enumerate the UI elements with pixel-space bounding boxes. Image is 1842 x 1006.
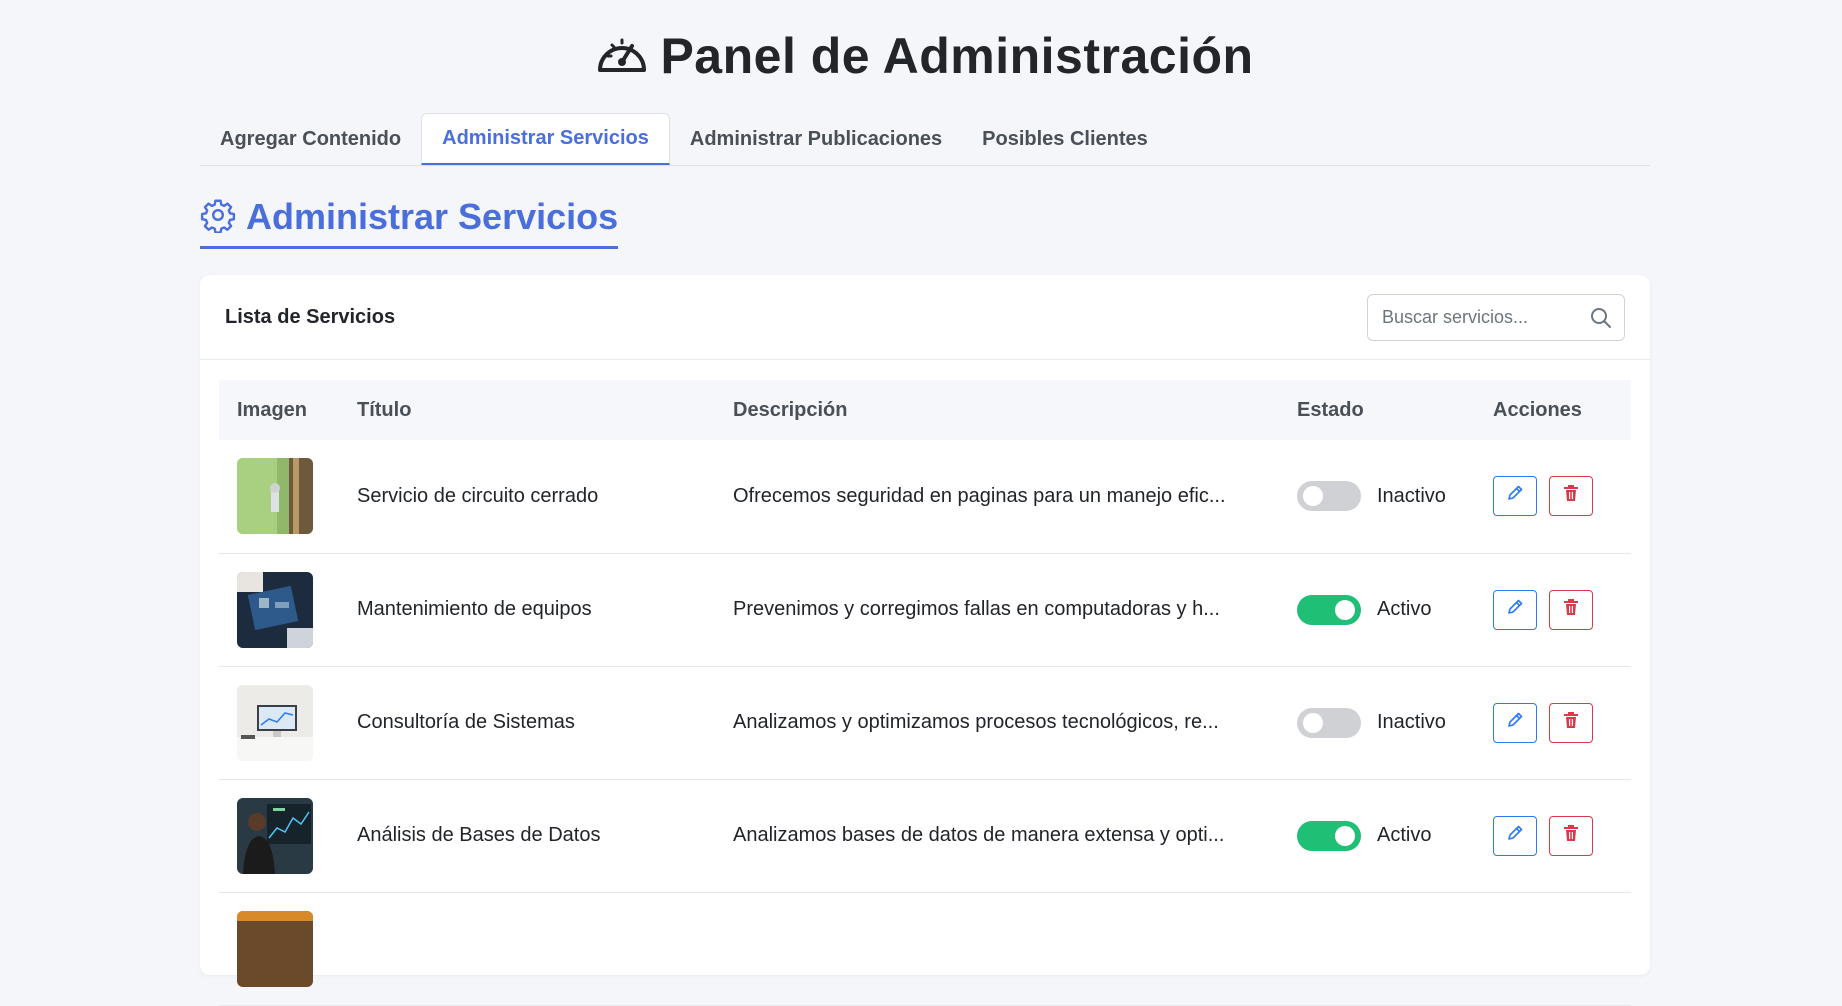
- service-description: Analizamos bases de datos de manera exte…: [733, 824, 1225, 846]
- status-label: Inactivo: [1377, 711, 1446, 733]
- page-header: Panel de Administración: [200, 22, 1650, 90]
- col-imagen: Imagen: [237, 398, 308, 421]
- table-row: Consultoría de Sistemas Analizamos y opt…: [219, 666, 1631, 779]
- edit-button[interactable]: [1493, 476, 1537, 517]
- service-description: Ofrecemos seguridad en paginas para un m…: [733, 484, 1226, 507]
- services-card: Lista de Servicios Imagen Título Descrip…: [200, 275, 1650, 1005]
- edit-button[interactable]: [1493, 815, 1537, 856]
- status-toggle[interactable]: [1297, 820, 1361, 851]
- delete-button[interactable]: [1549, 476, 1593, 517]
- table-header-row: Imagen Título Descripción Estado Accione…: [219, 380, 1631, 440]
- card-header: Lista de Servicios: [200, 275, 1650, 360]
- service-description: Analizamos y optimizamos procesos tecnol…: [733, 711, 1219, 733]
- table-row: Mantenimiento de equipos Prevenimos y co…: [219, 553, 1631, 666]
- tab-administrar-publicaciones[interactable]: Administrar Publicaciones: [670, 113, 962, 165]
- service-thumbnail: [237, 684, 313, 761]
- section-title: Administrar Servicios: [200, 196, 619, 249]
- gear-icon: [200, 197, 236, 238]
- tab-administrar-servicios[interactable]: Administrar Servicios: [421, 113, 670, 165]
- col-estado: Estado: [1297, 398, 1364, 421]
- pencil-icon: [1506, 484, 1524, 508]
- search-icon[interactable]: [1590, 307, 1612, 334]
- col-acciones: Acciones: [1493, 398, 1582, 421]
- table-row: Análisis de Bases de Datos Analizamos ba…: [219, 779, 1631, 892]
- page-title: Panel de Administración: [660, 28, 1254, 84]
- pencil-icon: [1506, 824, 1524, 848]
- search-input[interactable]: [1368, 305, 1584, 329]
- table-row: Servicio de circuito cerrado Ofrecemos s…: [219, 440, 1631, 553]
- edit-button[interactable]: [1493, 702, 1537, 743]
- delete-button[interactable]: [1549, 589, 1593, 630]
- service-title: Análisis de Bases de Datos: [357, 824, 601, 846]
- delete-button[interactable]: [1549, 702, 1593, 743]
- services-table: Imagen Título Descripción Estado Accione…: [219, 380, 1631, 1006]
- service-description: Prevenimos y corregimos fallas en comput…: [733, 598, 1220, 620]
- tab-bar: Agregar Contenido Administrar Servicios …: [200, 113, 1650, 166]
- service-thumbnail: [237, 797, 313, 874]
- pencil-icon: [1506, 711, 1524, 735]
- pencil-icon: [1506, 598, 1524, 622]
- service-thumbnail: [237, 571, 313, 648]
- table-row: [219, 892, 1631, 1005]
- service-title: Servicio de circuito cerrado: [357, 484, 599, 507]
- col-titulo: Título: [357, 398, 412, 421]
- section-title-label: Administrar Servicios: [246, 196, 619, 237]
- service-title: Consultoría de Sistemas: [357, 711, 575, 733]
- service-thumbnail: [237, 458, 313, 535]
- trash-icon: [1563, 484, 1579, 508]
- trash-icon: [1563, 824, 1579, 848]
- status-label: Inactivo: [1377, 484, 1446, 507]
- status-toggle[interactable]: [1297, 594, 1361, 625]
- trash-icon: [1563, 598, 1579, 622]
- tab-posibles-clientes[interactable]: Posibles Clientes: [962, 113, 1168, 165]
- tab-agregar-contenido[interactable]: Agregar Contenido: [200, 113, 421, 165]
- search-box: [1367, 293, 1625, 341]
- status-label: Activo: [1377, 598, 1432, 620]
- status-toggle[interactable]: [1297, 707, 1361, 738]
- trash-icon: [1563, 711, 1579, 735]
- gauge-icon: [596, 32, 648, 81]
- card-title: Lista de Servicios: [225, 305, 396, 328]
- delete-button[interactable]: [1549, 815, 1593, 856]
- status-toggle[interactable]: [1297, 481, 1361, 512]
- edit-button[interactable]: [1493, 589, 1537, 630]
- col-descripcion: Descripción: [733, 398, 848, 421]
- service-thumbnail: [237, 910, 313, 987]
- status-label: Activo: [1377, 824, 1432, 846]
- service-title: Mantenimiento de equipos: [357, 598, 592, 620]
